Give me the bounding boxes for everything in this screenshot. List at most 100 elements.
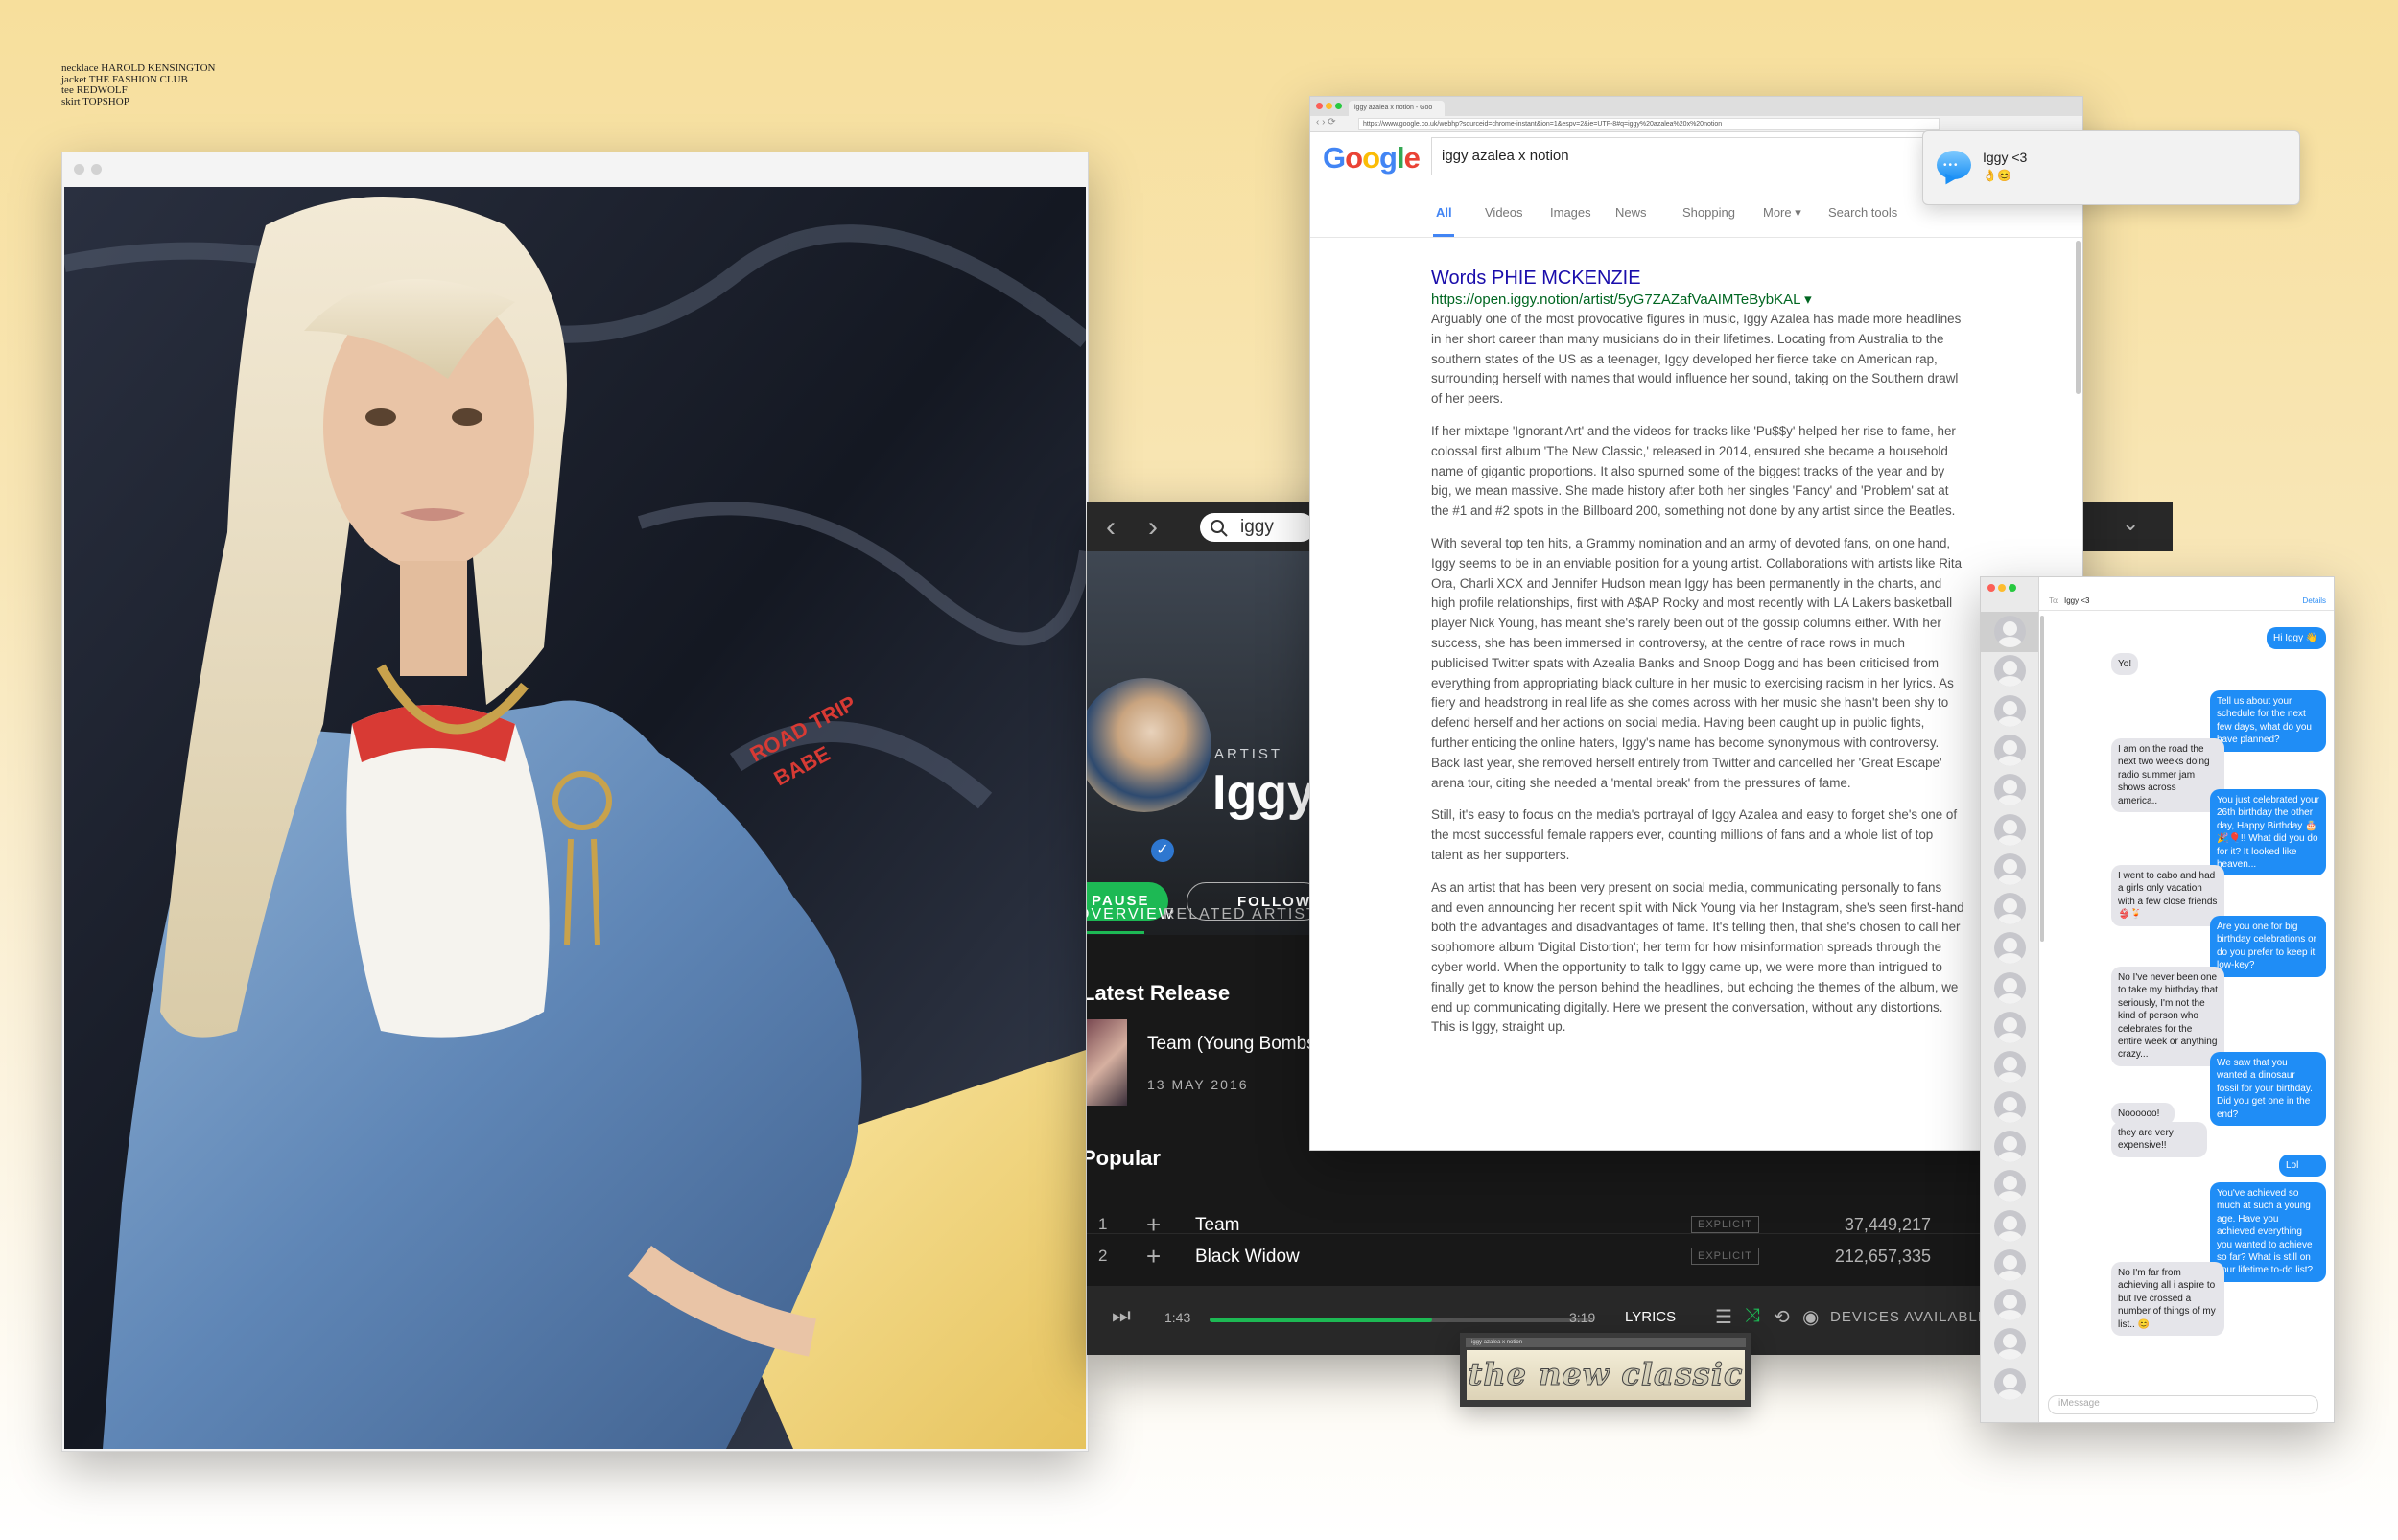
close-window-button[interactable] [74,164,84,175]
sent-message-bubble: Lol [2279,1155,2326,1178]
result-url[interactable]: https://open.iggy.notion/artist/5yG7ZAZa… [1431,291,1812,308]
progress-bar[interactable] [1210,1318,1593,1322]
sent-message-bubble: We saw that you wanted a dinosaur fossil… [2210,1052,2326,1127]
tab-all[interactable]: All [1436,205,1452,220]
contact-avatar[interactable] [1994,694,2026,727]
received-message-bubble: No I'm far from achieving all i aspire t… [2111,1262,2224,1337]
sent-message-bubble: Tell us about your schedule for the next… [2210,690,2326,752]
contact-avatar[interactable] [1994,774,2026,806]
contact-avatar[interactable] [1994,1130,2026,1162]
google-search-input[interactable]: iggy azalea x notion [1431,137,1968,175]
result-paragraph: Arguably one of the most provocative fig… [1431,312,1962,407]
album-badge: iggy azalea x notion the new classic [1460,1333,1751,1407]
contact-avatar[interactable] [1994,893,2026,925]
imessage-input[interactable]: iMessage [2048,1395,2318,1414]
photo-window-titlebar [62,152,1088,187]
tab-overview[interactable]: OVERVIEW [1087,906,1175,923]
contact-avatar[interactable] [1994,971,2026,1004]
track-number: 1 [1098,1215,1108,1233]
messages-app-icon: ••• [1937,151,1971,179]
close-window-button[interactable] [1316,103,1323,109]
credit-line: necklace HAROLD KENSINGTON [61,62,216,74]
result-paragraph: Still, it's easy to focus on the media's… [1431,807,1958,862]
skip-forward-icon[interactable]: ⏭ [1112,1303,1131,1328]
minimize-window-button[interactable] [91,164,102,175]
search-icon [1211,520,1228,537]
add-track-icon[interactable]: + [1146,1242,1161,1272]
received-message-bubble: No I've never been one to take my birthd… [2111,967,2224,1066]
contact-avatar[interactable] [1994,655,2026,688]
minimize-window-button[interactable] [1998,584,2006,592]
result-paragraph: With several top ten hits, a Grammy nomi… [1431,535,1963,790]
nav-arrows-icon[interactable]: ‹ › ⟳ [1316,117,1336,128]
spotify-search-input[interactable]: iggy [1200,513,1315,542]
credit-line: tee REDWOLF [61,84,128,96]
message-header: To: Iggy <3 Details [2039,577,2334,611]
tab-news[interactable]: News [1615,205,1647,220]
devices-available-label[interactable]: DEVICES AVAILABLE [1830,1309,1981,1325]
tab-related-artists[interactable]: RELATED ARTISTS [1164,906,1329,923]
close-window-button[interactable] [1987,584,1995,592]
track-row[interactable]: 2 + Black Widow EXPLICIT 212,657,335 [1087,1233,1981,1281]
track-number: 2 [1098,1247,1108,1265]
search-tools-button[interactable]: Search tools [1828,205,1897,220]
duration-time: 3:19 [1569,1310,1596,1325]
result-title-link[interactable]: Words PHIE MCKENZIE [1431,268,1641,290]
release-cover[interactable] [1087,1019,1127,1106]
contact-avatar[interactable] [1994,616,2026,647]
tab-videos[interactable]: Videos [1485,205,1523,220]
details-button[interactable]: Details [2303,596,2326,605]
spotify-topbar-right: ⌄ [2081,502,2173,551]
credit-line: skirt TOPSHOP [61,95,129,107]
contact-avatar[interactable] [1994,1090,2026,1123]
sent-message-bubble: You've achieved so much at such a young … [2210,1182,2326,1282]
badge-strip: iggy azalea x notion [1466,1338,1746,1347]
contact-avatar[interactable] [1994,1328,2026,1361]
contact-avatar[interactable] [1994,1209,2026,1242]
artist-label: ARTIST [1214,746,1283,762]
contact-avatar[interactable] [1994,813,2026,846]
devices-icon[interactable]: ◉ [1802,1305,1819,1329]
explicit-badge: EXPLICIT [1691,1216,1759,1233]
input-placeholder: iMessage [2058,1398,2100,1409]
conversation-sidebar [1981,577,2039,1422]
chevron-down-icon[interactable]: ⌄ [2122,511,2139,536]
maximize-window-button[interactable] [2009,584,2016,592]
maximize-window-button[interactable] [1335,103,1342,109]
forward-arrow-icon[interactable]: › [1148,511,1158,544]
back-arrow-icon[interactable]: ‹ [1106,511,1116,544]
notification-sender: Iggy <3 [1983,150,2028,165]
recipient-name: Iggy <3 [2064,596,2090,605]
divider [1310,237,2082,238]
verified-icon: ✓ [1151,839,1174,862]
contact-avatar[interactable] [1994,734,2026,766]
queue-icon[interactable]: ☰ [1715,1305,1732,1329]
progress-fill [1210,1318,1432,1322]
received-message-bubble: I am on the road the next two weeks doin… [2111,738,2224,813]
photo-window: ROAD TRIP BABE [61,152,1089,1452]
contact-avatar[interactable] [1994,1051,2026,1084]
contact-avatar[interactable] [1994,1012,2026,1043]
address-bar[interactable]: https://www.google.co.uk/webhp?sourceid=… [1358,118,1940,130]
message-notification[interactable]: ••• Iggy <3 👌😊 [1922,130,2300,205]
repeat-icon[interactable]: ⟲ [1774,1305,1790,1329]
browser-window: iggy azalea x notion - Goo ‹ › ⟳ https:/… [1309,96,2083,1151]
minimize-window-button[interactable] [1326,103,1332,109]
shuffle-icon[interactable]: ⤨ [1745,1305,1760,1327]
tab-shopping[interactable]: Shopping [1682,205,1735,220]
contact-avatar[interactable] [1994,932,2026,965]
tab-more[interactable]: More ▾ [1763,205,1801,221]
active-tab-indicator [1087,931,1144,934]
lyrics-button[interactable]: LYRICS [1625,1309,1676,1325]
contact-avatar[interactable] [1994,1367,2026,1400]
contact-avatar[interactable] [1994,1289,2026,1321]
tab-images[interactable]: Images [1550,205,1591,220]
scrollbar[interactable] [2076,241,2081,394]
google-logo[interactable]: Google [1323,141,1421,175]
browser-tab[interactable]: iggy azalea x notion - Goo [1349,101,1445,116]
contact-avatar[interactable] [1994,1248,2026,1281]
contact-avatar[interactable] [1994,1170,2026,1202]
portrait-photo: ROAD TRIP BABE [64,187,1086,1449]
contact-avatar[interactable] [1994,852,2026,885]
sidebar-scrollbar[interactable] [2040,616,2044,942]
